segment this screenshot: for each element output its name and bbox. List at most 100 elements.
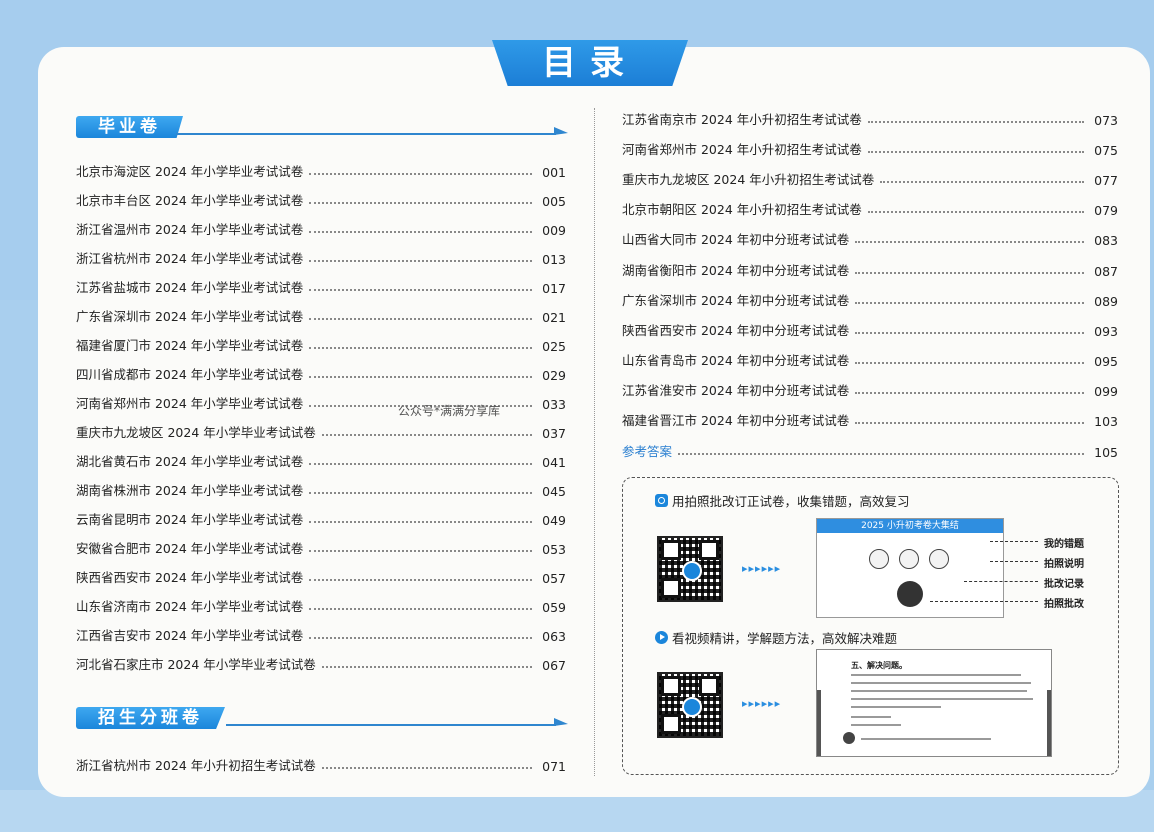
toc-item[interactable]: 四川省成都市 2024 年小学毕业考试试卷 029 [76, 363, 566, 383]
toc-item[interactable]: 浙江省温州市 2024 年小学毕业考试试卷 009 [76, 218, 566, 238]
toc-item-page: 093 [1094, 323, 1118, 339]
toc-item[interactable]: 福建省晋江市 2024 年初中分班考试试卷 103 [622, 409, 1118, 429]
toc-item[interactable]: 广东省深圳市 2024 年小学毕业考试试卷 021 [76, 305, 566, 325]
preview-text-line [851, 682, 1031, 684]
toc-item[interactable]: 重庆市九龙坡区 2024 年小学毕业考试试卷 037 [76, 421, 566, 441]
toc-item-page: 073 [1094, 113, 1118, 128]
toc-item-title: 陕西省西安市 2024 年小学毕业考试试卷 [76, 570, 304, 585]
toc-item-title: 浙江省温州市 2024 年小学毕业考试试卷 [76, 222, 304, 237]
toc-item-title: 山东省济南市 2024 年小学毕业考试试卷 [76, 599, 304, 614]
leader-dots [309, 492, 532, 494]
toc-item-page: 095 [1094, 353, 1118, 369]
camera-icon [655, 494, 668, 507]
toc-item[interactable]: 陕西省西安市 2024 年初中分班考试试卷 093 [622, 319, 1118, 339]
toc-item-page: 017 [542, 281, 566, 296]
toc-item-answers[interactable]: 参考答案 105 [622, 440, 1118, 460]
preview-text-line [851, 724, 901, 726]
toc-item-page: 049 [542, 513, 566, 528]
leader-dots [855, 361, 1084, 364]
toc-item-title: 参考答案 [622, 444, 673, 459]
toc-item-page: 079 [1094, 203, 1118, 219]
toc-item-page: 077 [1094, 173, 1118, 189]
toc-item[interactable]: 浙江省杭州市 2024 年小升初招生考试试卷 071 [76, 754, 566, 774]
leader-dots [309, 521, 532, 523]
toc-item[interactable]: 北京市海淀区 2024 年小学毕业考试试卷 001 [76, 160, 566, 180]
toc-item[interactable]: 北京市丰台区 2024 年小学毕业考试试卷 005 [76, 189, 566, 209]
toc-item-page: 105 [1094, 445, 1118, 460]
preview-frame-edge [817, 690, 821, 756]
leader-dots [855, 422, 1084, 424]
toc-item-title: 重庆市九龙坡区 2024 年小学毕业考试试卷 [76, 425, 316, 440]
toc-item-page: 067 [542, 658, 566, 673]
toc-item[interactable]: 江苏省盐城市 2024 年小学毕业考试试卷 017 [76, 276, 566, 296]
leader-dots [678, 453, 1084, 455]
toc-item[interactable]: 江苏省南京市 2024 年小升初招生考试试卷 073 [622, 108, 1118, 128]
leader-dots [855, 301, 1084, 304]
preview-title: 2025 小升初考卷大集结 [817, 519, 1003, 533]
toc-item[interactable]: 湖南省株洲市 2024 年小学毕业考试试卷 045 [76, 479, 566, 499]
leader-dots [309, 608, 532, 610]
toc-item-title: 江西省吉安市 2024 年小学毕业考试试卷 [76, 628, 304, 643]
teacher-avatar-icon [843, 732, 855, 744]
toc-item[interactable]: 江西省吉安市 2024 年小学毕业考试试卷 063 [76, 624, 566, 644]
photo-app-preview: 2025 小升初考卷大集结 [816, 518, 1004, 618]
callout-photo-instructions: 拍照说明 [1044, 559, 1084, 570]
toc-item[interactable]: 广东省深圳市 2024 年初中分班考试试卷 089 [622, 289, 1118, 309]
toc-item-title: 安徽省合肥市 2024 年小学毕业考试试卷 [76, 541, 304, 556]
toc-item[interactable]: 江苏省淮安市 2024 年初中分班考试试卷 099 [622, 379, 1118, 399]
section-header-graduation: 毕业卷 [76, 116, 568, 140]
video-preview: 五、解决问题。 [816, 649, 1052, 757]
watermark: 公众号*满满分享库 [398, 404, 501, 418]
instructions-icon [899, 549, 919, 569]
toc-item[interactable]: 山西省大同市 2024 年初中分班考试试卷 083 [622, 228, 1118, 248]
leader-dots [309, 463, 532, 465]
toc-item[interactable]: 山东省济南市 2024 年小学毕业考试试卷 059 [76, 595, 566, 615]
toc-item-page: 071 [542, 759, 566, 774]
leader-dots [309, 550, 532, 552]
video-feature-text: 看视频精讲，学解题方法，高效解决难题 [672, 631, 898, 646]
toc-item[interactable]: 河北省石家庄市 2024 年小学毕业考试试卷 067 [76, 653, 566, 673]
qr-corner [699, 540, 719, 560]
toc-item[interactable]: 安徽省合肥市 2024 年小学毕业考试试卷 053 [76, 537, 566, 557]
toc-item-page: 029 [542, 368, 566, 383]
leader-dots [321, 434, 532, 436]
toc-item[interactable]: 河南省郑州市 2024 年小升初招生考试试卷 075 [622, 138, 1118, 158]
toc-item-title: 陕西省西安市 2024 年初中分班考试试卷 [622, 322, 850, 338]
qr-code-photo[interactable] [657, 536, 723, 602]
toc-item[interactable]: 浙江省杭州市 2024 年小学毕业考试试卷 013 [76, 247, 566, 267]
toc-item[interactable]: 云南省昆明市 2024 年小学毕业考试试卷 049 [76, 508, 566, 528]
toc-item-title: 山西省大同市 2024 年初中分班考试试卷 [622, 232, 850, 248]
leader-dots [867, 151, 1084, 154]
toc-item[interactable]: 陕西省西安市 2024 年小学毕业考试试卷 057 [76, 566, 566, 586]
qr-corner [661, 540, 681, 560]
toc-item-title: 湖南省株洲市 2024 年小学毕业考试试卷 [76, 483, 304, 498]
toc-item[interactable]: 湖南省衡阳市 2024 年初中分班考试试卷 087 [622, 259, 1118, 279]
section-rule [226, 724, 556, 726]
toc-item[interactable]: 湖北省黄石市 2024 年小学毕业考试试卷 041 [76, 450, 566, 470]
leader-dots [880, 181, 1084, 184]
callout-photo-grading: 拍照批改 [1044, 599, 1084, 610]
callout-grading-records: 批改记录 [1044, 579, 1084, 590]
leader-dots [309, 637, 532, 639]
arrow-icon [554, 127, 568, 135]
toc-item-page: 005 [542, 194, 566, 209]
leader-dots [309, 347, 532, 349]
toc-item[interactable]: 北京市朝阳区 2024 年小升初招生考试试卷 079 [622, 198, 1118, 218]
toc-item[interactable]: 福建省厦门市 2024 年小学毕业考试试卷 025 [76, 334, 566, 354]
toc-item-title: 广东省深圳市 2024 年小学毕业考试试卷 [76, 309, 304, 324]
photo-feature-title: 用拍照批改订正试卷，收集错题，高效复习 [655, 491, 910, 510]
preview-heading: 五、解决问题。 [851, 661, 907, 670]
toc-item[interactable]: 重庆市九龙坡区 2024 年小升初招生考试试卷 077 [622, 168, 1118, 188]
qr-code-video[interactable] [657, 672, 723, 738]
callout-line [990, 541, 1038, 542]
toc-item-page: 041 [542, 455, 566, 470]
toc-item-title: 浙江省杭州市 2024 年小学毕业考试试卷 [76, 251, 304, 266]
camera-shutter-icon [897, 581, 923, 607]
toc-item[interactable]: 山东省青岛市 2024 年初中分班考试试卷 095 [622, 349, 1118, 369]
preview-frame-edge [1047, 690, 1051, 756]
toc-item-title: 四川省成都市 2024 年小学毕业考试试卷 [76, 367, 304, 382]
section-rule [176, 133, 556, 135]
play-icon [682, 697, 702, 717]
toc-item-title: 浙江省杭州市 2024 年小升初招生考试试卷 [76, 758, 316, 773]
toc-item-page: 009 [542, 223, 566, 238]
